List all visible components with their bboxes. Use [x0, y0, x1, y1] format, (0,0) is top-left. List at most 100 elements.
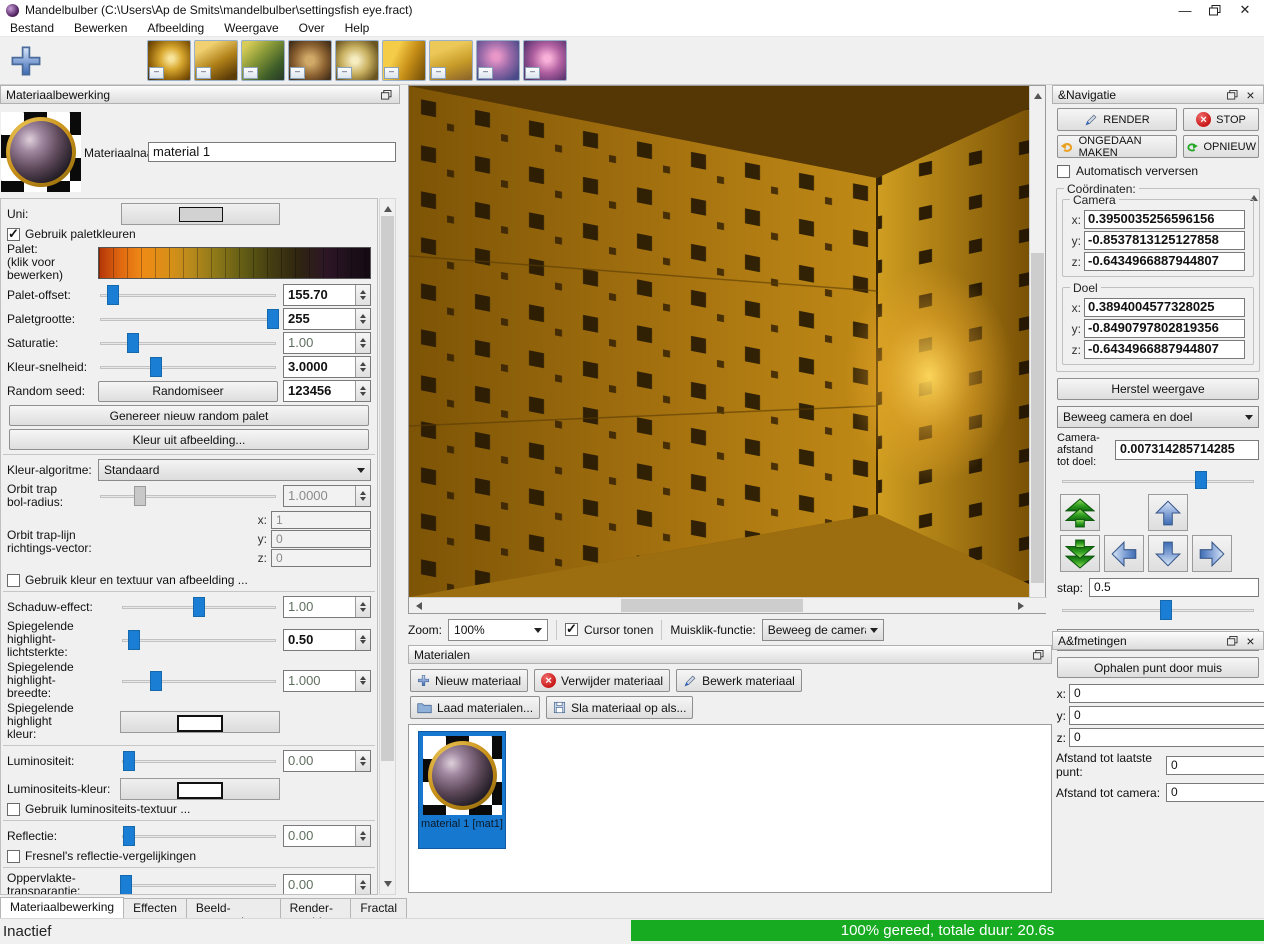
- preset-gold-disc-icon[interactable]: [147, 40, 191, 81]
- menu-over[interactable]: Over: [289, 20, 335, 36]
- menu-afbeelding[interactable]: Afbeelding: [137, 20, 214, 36]
- camera-x-input[interactable]: 0.3950035256596156: [1084, 210, 1245, 229]
- slider-handle[interactable]: [150, 670, 163, 691]
- menu-weergave[interactable]: Weergave: [214, 20, 288, 36]
- show-cursor-checkbox[interactable]: [565, 621, 579, 637]
- distance-last-point-input[interactable]: 0: [1166, 755, 1264, 775]
- scroll-right-button[interactable]: [1015, 598, 1031, 613]
- camera-y-input[interactable]: -0.8537813125127858: [1084, 231, 1245, 250]
- color-from-image-button[interactable]: Kleur uit afbeelding...: [9, 429, 369, 450]
- material-item-selected[interactable]: material 1 [mat1]: [418, 731, 506, 849]
- tab-materiaalbewerking[interactable]: Materiaalbewerking: [0, 897, 125, 918]
- minimize-button[interactable]: —: [1170, 1, 1200, 19]
- slider-handle[interactable]: [192, 597, 205, 617]
- restore-button[interactable]: [1200, 1, 1230, 19]
- tab-beeld-aanpassingen[interactable]: Beeld-aanpassingen: [185, 898, 281, 929]
- target-z-input[interactable]: -0.6434966887944807: [1084, 340, 1245, 359]
- surface-transparency-slider[interactable]: [120, 874, 278, 894]
- float-panel-icon[interactable]: [1225, 88, 1240, 101]
- preset-purple-sphere-icon[interactable]: [476, 40, 520, 81]
- close-button[interactable]: ✕: [1230, 1, 1260, 19]
- save-material-as-button[interactable]: Sla materiaal op als...: [546, 696, 694, 719]
- float-panel-icon[interactable]: [1225, 634, 1240, 647]
- move-up-button[interactable]: [1148, 494, 1188, 531]
- render-vertical-scrollbar[interactable]: [1029, 86, 1045, 597]
- use-luminosity-texture-checkbox[interactable]: [7, 802, 20, 816]
- use-palette-checkbox[interactable]: [7, 226, 20, 242]
- preset-gold-pyramid-icon[interactable]: [194, 40, 238, 81]
- stop-button[interactable]: × STOP: [1183, 108, 1259, 131]
- delete-material-button[interactable]: × Verwijder materiaal: [534, 669, 671, 692]
- edit-material-button[interactable]: Bewerk materiaal: [676, 669, 802, 692]
- load-materials-button[interactable]: Laad materialen...: [410, 696, 541, 719]
- specular-intensity-slider[interactable]: [120, 629, 278, 651]
- slider-handle[interactable]: [1159, 600, 1172, 620]
- preset-gold-box-icon[interactable]: [382, 40, 426, 81]
- use-image-texture-checkbox[interactable]: [7, 573, 20, 587]
- close-panel-icon[interactable]: [1243, 634, 1258, 647]
- slider-handle[interactable]: [123, 751, 136, 771]
- reflection-spinbox[interactable]: 0.00: [283, 825, 371, 847]
- spin-buttons[interactable]: [355, 629, 370, 650]
- move-right-button[interactable]: [1192, 535, 1232, 572]
- material-name-input[interactable]: material 1: [148, 142, 396, 162]
- spin-buttons[interactable]: [355, 285, 370, 305]
- move-mode-combo[interactable]: Beweeg camera en doel: [1057, 406, 1259, 428]
- float-panel-icon[interactable]: [1031, 648, 1046, 661]
- material-preview[interactable]: [1, 112, 81, 192]
- tab-fractal[interactable]: Fractal: [350, 898, 407, 918]
- preset-pink-bulb-icon[interactable]: [523, 40, 567, 81]
- scroll-up-button[interactable]: [380, 199, 395, 215]
- redo-button[interactable]: OPNIEUW: [1183, 135, 1259, 158]
- luminosity-spinbox[interactable]: 0.00: [283, 750, 371, 772]
- move-forward-button[interactable]: [1060, 494, 1100, 531]
- spin-buttons[interactable]: [355, 670, 370, 691]
- spin-buttons[interactable]: [355, 875, 370, 894]
- slider-handle[interactable]: [127, 629, 140, 650]
- generate-palette-button[interactable]: Genereer nieuw random palet: [9, 405, 369, 426]
- tab-effecten[interactable]: Effecten: [123, 898, 187, 918]
- palette-offset-slider[interactable]: [98, 284, 278, 306]
- scroll-left-button[interactable]: [409, 598, 425, 613]
- color-speed-slider[interactable]: [98, 356, 278, 378]
- scrollbar-thumb[interactable]: [1031, 253, 1044, 583]
- palette-size-slider[interactable]: [98, 308, 280, 330]
- spin-buttons[interactable]: [355, 333, 370, 353]
- randomize-button[interactable]: Randomiseer: [98, 380, 278, 402]
- step-input[interactable]: 0.5: [1089, 578, 1259, 597]
- distance-camera-input[interactable]: 0: [1166, 783, 1264, 802]
- pick-point-button[interactable]: Ophalen punt door muis: [1057, 657, 1259, 678]
- step-slider[interactable]: [1060, 599, 1256, 621]
- measure-x-input[interactable]: 0: [1069, 684, 1264, 703]
- scrollbar-thumb[interactable]: [621, 599, 803, 612]
- random-seed-spinbox[interactable]: 123456: [283, 380, 371, 402]
- move-backward-button[interactable]: [1060, 535, 1100, 572]
- spin-buttons[interactable]: [355, 597, 370, 617]
- tab-render-machine[interactable]: Render-machine: [279, 898, 352, 929]
- surface-transparency-spinbox[interactable]: 0.00: [283, 874, 371, 894]
- slider-handle[interactable]: [1195, 471, 1208, 489]
- color-speed-spinbox[interactable]: 3.0000: [283, 356, 371, 378]
- preset-menger-green-icon[interactable]: [241, 40, 285, 81]
- new-material-button[interactable]: Nieuw materiaal: [410, 669, 529, 692]
- saturation-slider[interactable]: [98, 332, 278, 354]
- uni-color-button[interactable]: [121, 203, 280, 225]
- palette-size-spinbox[interactable]: 255: [283, 308, 371, 330]
- spin-buttons[interactable]: [355, 751, 370, 771]
- camera-distance-input[interactable]: 0.007314285714285: [1115, 440, 1259, 460]
- saturation-spinbox[interactable]: 1.00: [283, 332, 371, 354]
- render-button[interactable]: RENDER: [1057, 108, 1177, 131]
- measure-y-input[interactable]: 0: [1069, 706, 1264, 725]
- slider-handle[interactable]: [123, 826, 136, 846]
- specular-color-button[interactable]: [120, 710, 280, 733]
- luminosity-slider[interactable]: [120, 750, 278, 772]
- slider-handle[interactable]: [120, 875, 132, 894]
- render-horizontal-scrollbar[interactable]: [409, 597, 1047, 613]
- slider-handle[interactable]: [107, 285, 119, 305]
- left-panel-scrollbar[interactable]: [379, 198, 396, 895]
- move-down-button[interactable]: [1148, 535, 1188, 572]
- menu-bewerken[interactable]: Bewerken: [64, 20, 137, 36]
- reset-view-button[interactable]: Herstel weergave: [1057, 378, 1259, 400]
- scroll-up-button[interactable]: [1030, 86, 1045, 101]
- preset-brown-bulb-icon[interactable]: [288, 40, 332, 81]
